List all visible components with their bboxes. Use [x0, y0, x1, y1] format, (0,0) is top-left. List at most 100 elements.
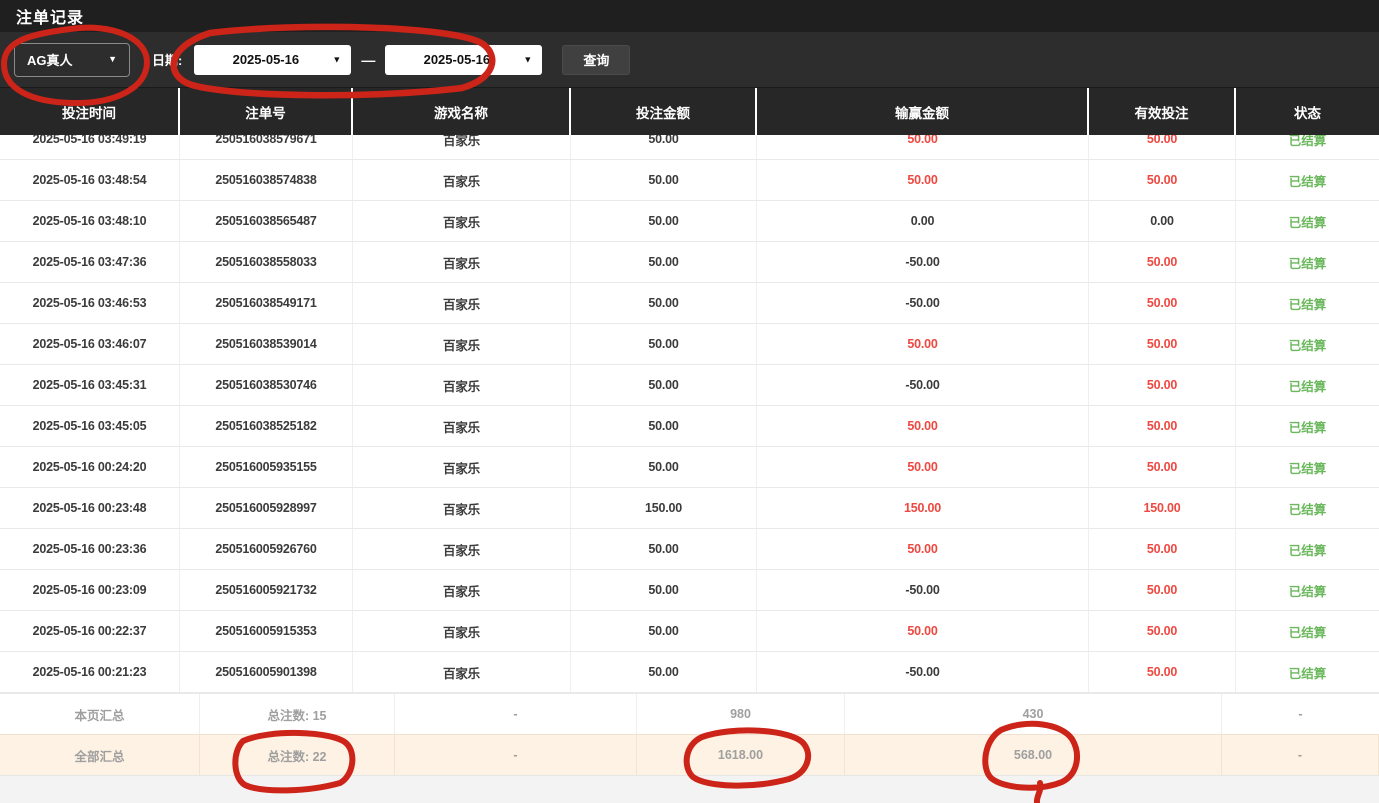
cell-bet-amount: 50.00 — [571, 611, 757, 651]
cell-game-name: 百家乐 — [353, 570, 571, 610]
cell-bet-number: 250516005935155 — [180, 447, 353, 487]
game-type-select[interactable]: AG真人 ▼ — [14, 43, 130, 77]
summary-game: - — [395, 735, 637, 775]
cell-bet-amount: 50.00 — [571, 201, 757, 241]
summary-row-all: 全部汇总 总注数: 22 - 1618.00 568.00 - — [0, 734, 1379, 775]
summary-total-bets: 总注数: 15 — [200, 694, 395, 734]
summary-label: 全部汇总 — [0, 735, 200, 775]
game-type-value: AG真人 — [27, 50, 73, 69]
date-from-select[interactable]: 2025-05-16 ▼ — [194, 45, 351, 75]
cell-win-loss: 0.00 — [757, 201, 1089, 241]
table-row: 2025-05-16 00:22:37250516005915353百家乐50.… — [0, 611, 1379, 652]
cell-win-loss: 50.00 — [757, 447, 1089, 487]
cell-game-name: 百家乐 — [353, 160, 571, 200]
cell-game-name: 百家乐 — [353, 242, 571, 282]
table-row: 2025-05-16 03:46:53250516038549171百家乐50.… — [0, 283, 1379, 324]
cell-bet-number: 250516005928997 — [180, 488, 353, 528]
cell-bet-number: 250516038549171 — [180, 283, 353, 323]
filter-bar: AG真人 ▼ 日期: 2025-05-16 ▼ — 2025-05-16 ▼ 查… — [0, 32, 1379, 88]
table-row: 2025-05-16 00:23:48250516005928997百家乐150… — [0, 488, 1379, 529]
chevron-down-icon: ▼ — [108, 55, 117, 64]
date-from-value: 2025-05-16 — [233, 52, 314, 67]
table-row: 2025-05-16 00:23:36250516005926760百家乐50.… — [0, 529, 1379, 570]
cell-bet-number: 250516038574838 — [180, 160, 353, 200]
date-to-value: 2025-05-16 — [424, 52, 505, 67]
date-label: 日期: — [152, 50, 182, 69]
cell-game-name: 百家乐 — [353, 324, 571, 364]
cell-valid-bet: 50.00 — [1089, 529, 1236, 569]
bet-records-screen: 注单记录 AG真人 ▼ 日期: 2025-05-16 ▼ — 2025-05-1… — [0, 0, 1379, 803]
bottom-strip — [0, 775, 1379, 803]
summary-bet-amount: 1618.00 — [637, 735, 845, 775]
cell-game-name: 百家乐 — [353, 365, 571, 405]
cell-game-name: 百家乐 — [353, 447, 571, 487]
cell-bet-number: 250516038579671 — [180, 135, 353, 159]
cell-bet-time: 2025-05-16 00:23:09 — [0, 570, 180, 610]
summary-status: - — [1222, 735, 1379, 775]
cell-bet-time: 2025-05-16 03:48:54 — [0, 160, 180, 200]
cell-valid-bet: 50.00 — [1089, 447, 1236, 487]
cell-bet-amount: 50.00 — [571, 570, 757, 610]
cell-bet-time: 2025-05-16 00:24:20 — [0, 447, 180, 487]
cell-win-loss: 50.00 — [757, 324, 1089, 364]
cell-bet-amount: 150.00 — [571, 488, 757, 528]
cell-status: 已结算 — [1236, 365, 1379, 405]
cell-bet-number: 250516038539014 — [180, 324, 353, 364]
chevron-down-icon: ▼ — [332, 55, 341, 64]
cell-status: 已结算 — [1236, 324, 1379, 364]
cell-status: 已结算 — [1236, 283, 1379, 323]
cell-bet-number: 250516038530746 — [180, 365, 353, 405]
cell-valid-bet: 50.00 — [1089, 570, 1236, 610]
cell-valid-bet: 50.00 — [1089, 611, 1236, 651]
table-row: 2025-05-16 03:45:31250516038530746百家乐50.… — [0, 365, 1379, 406]
cell-bet-number: 250516038525182 — [180, 406, 353, 446]
cell-bet-time: 2025-05-16 03:46:53 — [0, 283, 180, 323]
cell-game-name: 百家乐 — [353, 488, 571, 528]
cell-bet-amount: 50.00 — [571, 242, 757, 282]
query-button[interactable]: 查询 — [562, 45, 630, 75]
cell-valid-bet: 50.00 — [1089, 242, 1236, 282]
cell-win-loss: 50.00 — [757, 611, 1089, 651]
cell-bet-amount: 50.00 — [571, 529, 757, 569]
table-row: 2025-05-16 03:48:10250516038565487百家乐50.… — [0, 201, 1379, 242]
cell-bet-time: 2025-05-16 00:22:37 — [0, 611, 180, 651]
column-header: 状态 — [1236, 88, 1379, 135]
table-row: 2025-05-16 03:46:07250516038539014百家乐50.… — [0, 324, 1379, 365]
cell-bet-time: 2025-05-16 03:47:36 — [0, 242, 180, 282]
cell-status: 已结算 — [1236, 488, 1379, 528]
cell-win-loss: -50.00 — [757, 283, 1089, 323]
table-body: 2025-05-16 03:49:19250516038579671百家乐50.… — [0, 135, 1379, 693]
column-header: 有效投注 — [1089, 88, 1236, 135]
cell-status: 已结算 — [1236, 135, 1379, 159]
cell-status: 已结算 — [1236, 242, 1379, 282]
summary-status: - — [1222, 694, 1379, 734]
cell-valid-bet: 0.00 — [1089, 201, 1236, 241]
cell-valid-bet: 50.00 — [1089, 283, 1236, 323]
cell-bet-number: 250516005926760 — [180, 529, 353, 569]
date-to-select[interactable]: 2025-05-16 ▼ — [385, 45, 542, 75]
summary-game: - — [395, 694, 637, 734]
summary-row-page: 本页汇总 总注数: 15 - 980 430 - — [0, 693, 1379, 734]
column-header: 输赢金额 — [757, 88, 1089, 135]
cell-win-loss: 50.00 — [757, 135, 1089, 159]
cell-bet-amount: 50.00 — [571, 283, 757, 323]
table-row: 2025-05-16 00:21:23250516005901398百家乐50.… — [0, 652, 1379, 693]
cell-bet-amount: 50.00 — [571, 365, 757, 405]
cell-win-loss: 50.00 — [757, 160, 1089, 200]
cell-bet-time: 2025-05-16 03:49:19 — [0, 135, 180, 159]
table-row: 2025-05-16 03:45:05250516038525182百家乐50.… — [0, 406, 1379, 447]
cell-valid-bet: 50.00 — [1089, 135, 1236, 159]
cell-status: 已结算 — [1236, 160, 1379, 200]
cell-bet-number: 250516005921732 — [180, 570, 353, 610]
titlebar: 注单记录 — [0, 0, 1379, 32]
cell-game-name: 百家乐 — [353, 201, 571, 241]
cell-win-loss: -50.00 — [757, 652, 1089, 692]
cell-bet-amount: 50.00 — [571, 135, 757, 159]
table-row: 2025-05-16 03:49:19250516038579671百家乐50.… — [0, 135, 1379, 160]
cell-bet-amount: 50.00 — [571, 652, 757, 692]
cell-status: 已结算 — [1236, 406, 1379, 446]
cell-win-loss: 50.00 — [757, 406, 1089, 446]
cell-game-name: 百家乐 — [353, 283, 571, 323]
cell-win-loss: 50.00 — [757, 529, 1089, 569]
cell-bet-amount: 50.00 — [571, 324, 757, 364]
